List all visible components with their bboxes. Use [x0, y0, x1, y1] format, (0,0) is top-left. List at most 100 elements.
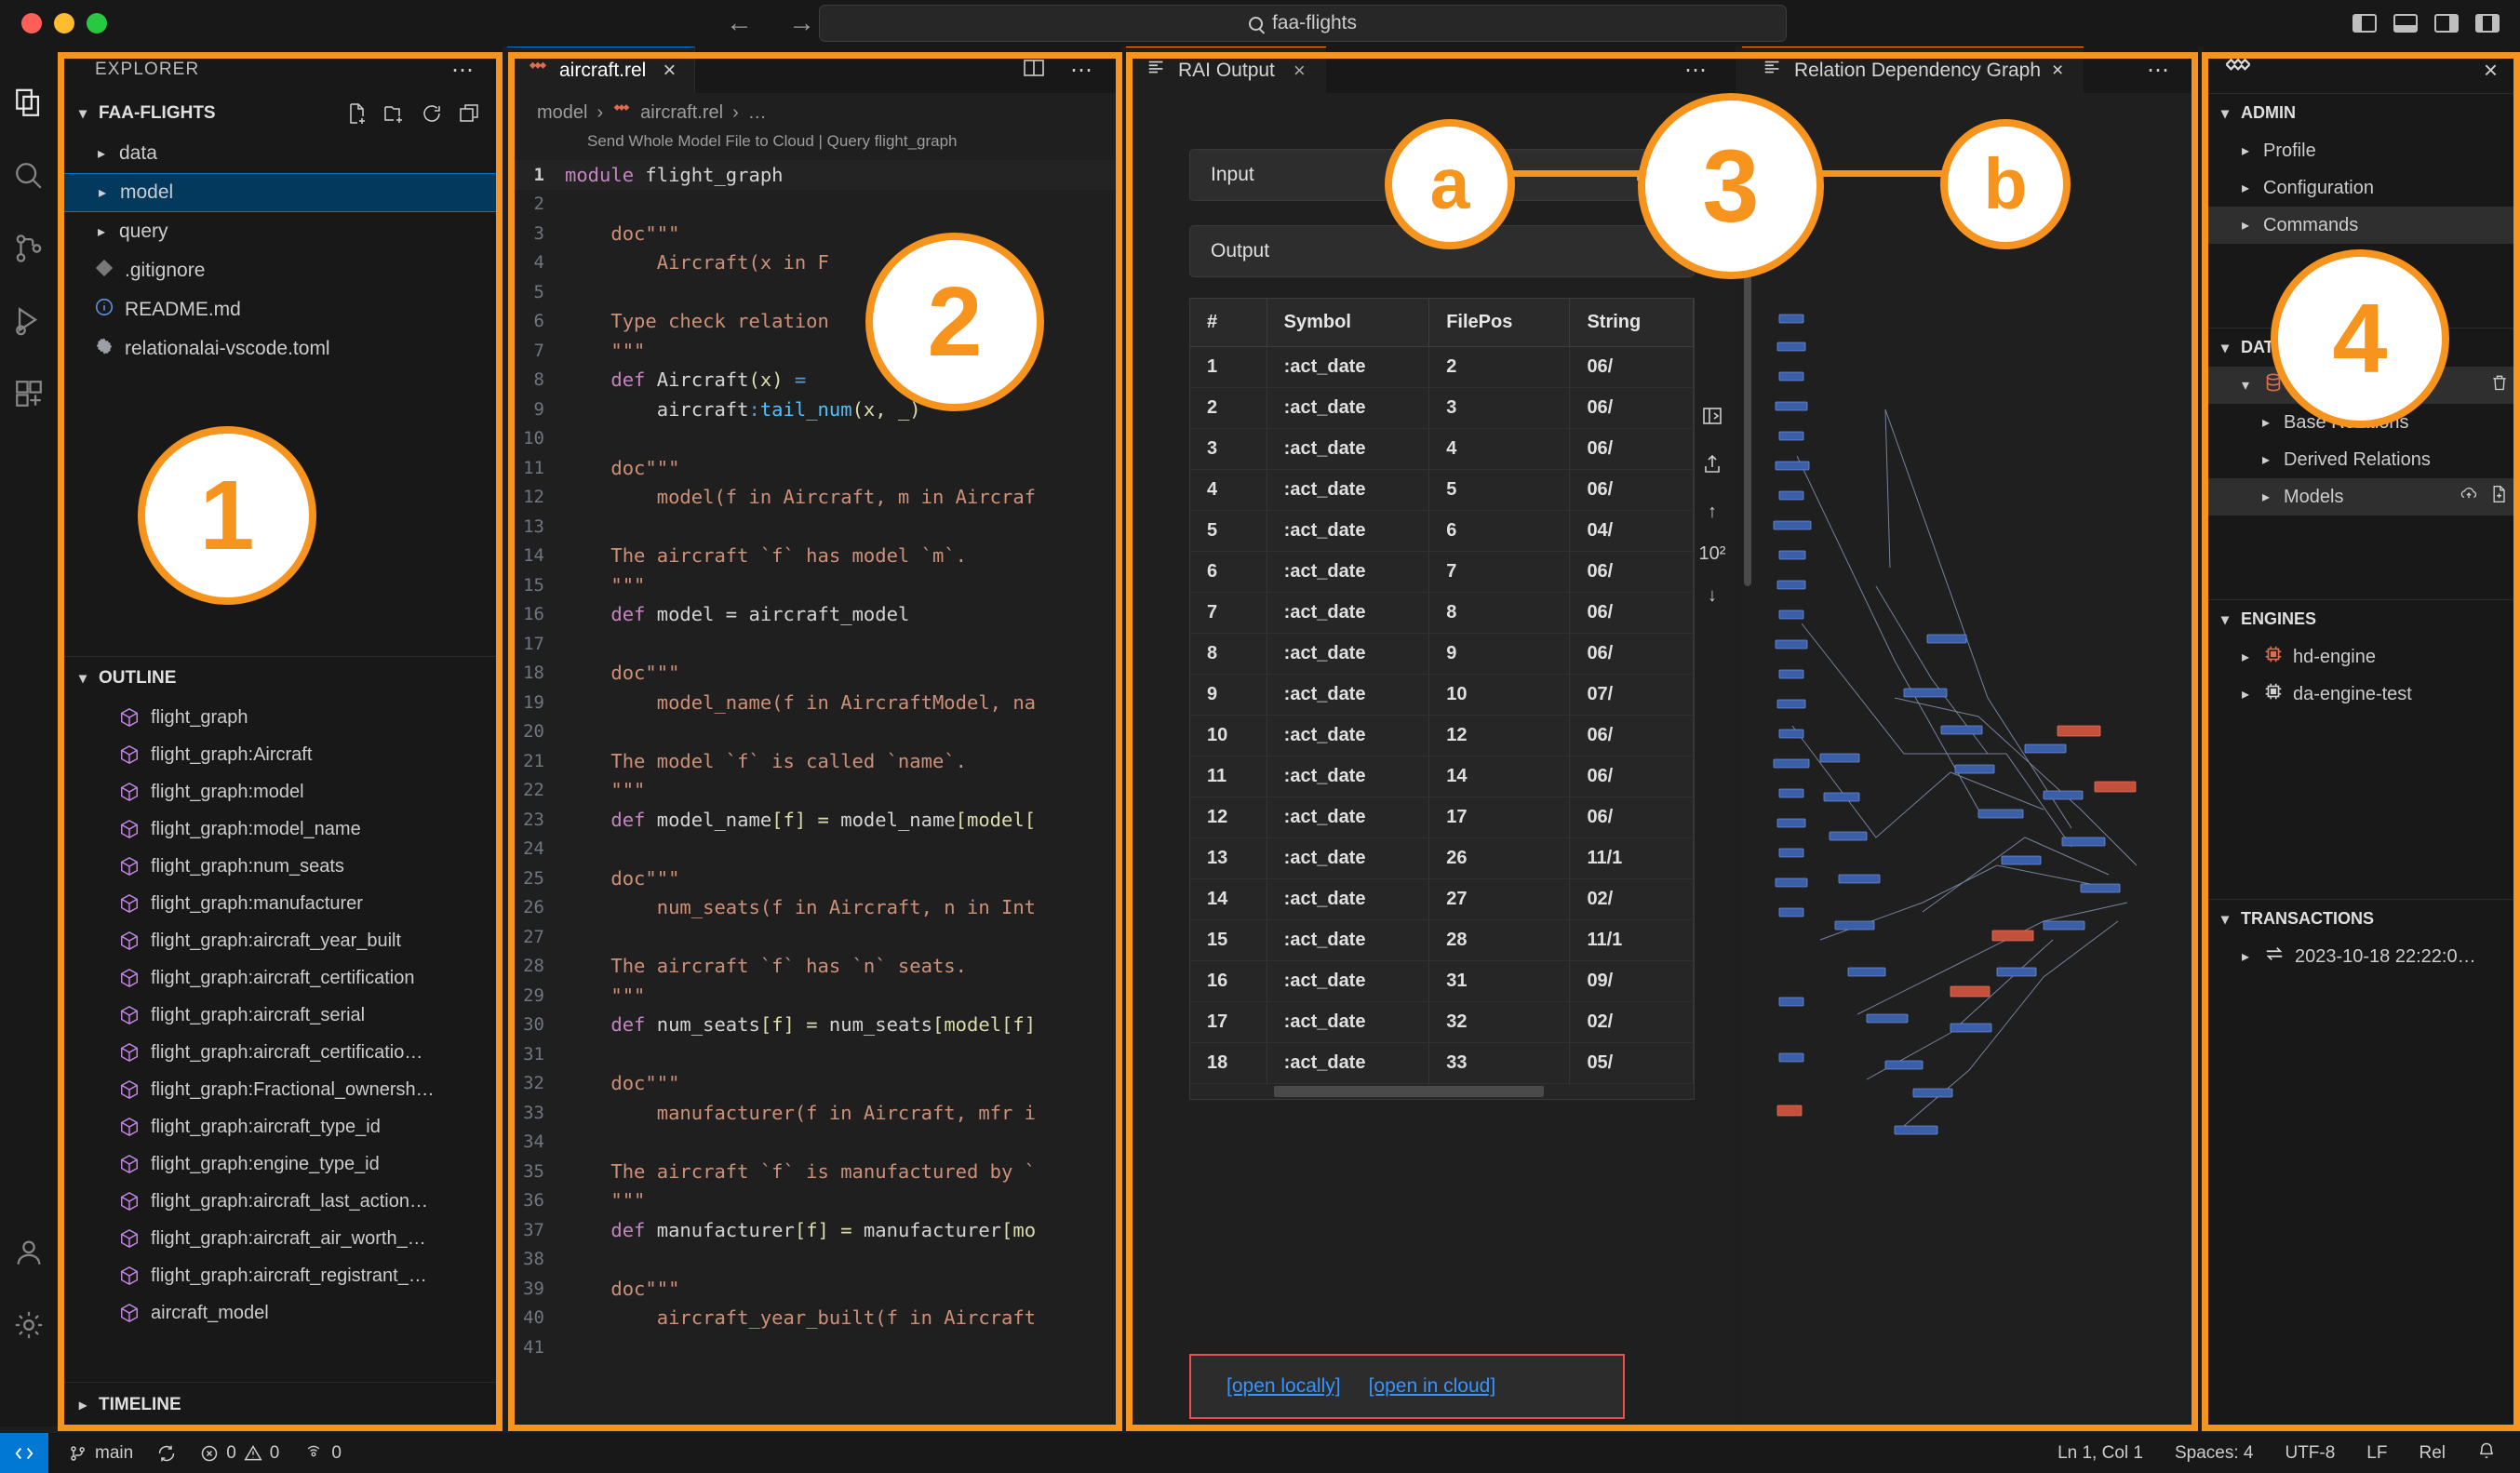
remote-indicator[interactable]: [0, 1433, 48, 1473]
code-line[interactable]: 40 aircraft_year_built(f in Aircraft: [507, 1304, 1121, 1333]
code-line[interactable]: 18 doc""": [507, 659, 1121, 689]
code-line[interactable]: 17: [507, 629, 1121, 659]
code-line[interactable]: 30 def num_seats[f] = num_seats[model[f]: [507, 1011, 1121, 1040]
code-line[interactable]: 14 The aircraft `f` has model `m`.: [507, 542, 1121, 571]
outline-item[interactable]: flight_graph:manufacturer: [58, 885, 503, 922]
code-line[interactable]: 21 The model `f` is called `name`.: [507, 746, 1121, 776]
rai-item-derived-relations[interactable]: ▸ Derived Relations: [2204, 441, 2520, 478]
quick-open-input[interactable]: faa-flights: [819, 5, 1787, 42]
indentation-setting[interactable]: Spaces: 4: [2175, 1443, 2254, 1464]
activity-source-control-icon[interactable]: [0, 212, 58, 285]
collapse-all-icon[interactable]: [458, 102, 480, 125]
table-row[interactable]: 11:act_date 14 06/: [1190, 756, 1694, 797]
breadcrumb-item-1[interactable]: aircraft.rel: [640, 102, 723, 124]
file-tree-item-data[interactable]: ▸ data: [58, 134, 503, 173]
code-line[interactable]: 26 num_seats(f in Aircraft, n in Int: [507, 893, 1121, 923]
code-line[interactable]: 34: [507, 1128, 1121, 1158]
outline-item[interactable]: flight_graph:aircraft_registrant_…: [58, 1257, 503, 1294]
sync-icon[interactable]: [157, 1444, 176, 1463]
activity-extensions-icon[interactable]: [0, 357, 58, 430]
graph-more-icon[interactable]: ⋯: [2147, 57, 2198, 84]
problems-indicator[interactable]: 0 0: [200, 1443, 279, 1464]
new-file-icon[interactable]: [2490, 485, 2509, 509]
window-controls[interactable]: [0, 13, 107, 33]
table-row[interactable]: 13:act_date 26 11/1: [1190, 837, 1694, 879]
cursor-position[interactable]: Ln 1, Col 1: [2058, 1443, 2143, 1464]
toggle-secondary-sidebar-icon[interactable]: [2434, 14, 2459, 33]
code-line[interactable]: 2: [507, 190, 1121, 220]
outline-item[interactable]: flight_graph:model_name: [58, 810, 503, 848]
code-line[interactable]: 37 def manufacturer[f] = manufacturer[mo: [507, 1215, 1121, 1245]
open-in-cloud-link[interactable]: [open in cloud]: [1369, 1375, 1496, 1398]
code-line[interactable]: 31: [507, 1039, 1121, 1069]
bell-icon[interactable]: [2477, 1441, 2496, 1466]
toggle-panel-icon[interactable]: [2393, 14, 2418, 33]
close-icon[interactable]: ×: [663, 58, 676, 84]
new-folder-icon[interactable]: [383, 102, 406, 125]
activity-explorer-icon[interactable]: [0, 67, 58, 140]
code-line[interactable]: 41: [507, 1332, 1121, 1362]
toggle-primary-sidebar-icon[interactable]: [2352, 14, 2377, 33]
layout-controls[interactable]: [2352, 0, 2500, 47]
ports-indicator[interactable]: 0: [303, 1443, 342, 1464]
outline-item[interactable]: aircraft_model: [58, 1294, 503, 1332]
code-lens[interactable]: Send Whole Model File to Cloud | Query f…: [507, 132, 1121, 160]
new-file-icon[interactable]: [346, 102, 369, 125]
navigation-arrows[interactable]: ← →: [726, 0, 815, 47]
table-row[interactable]: 16:act_date 31 09/: [1190, 960, 1694, 1002]
code-line[interactable]: 11 doc""": [507, 453, 1121, 483]
outline-item[interactable]: flight_graph:engine_type_id: [58, 1145, 503, 1183]
close-icon[interactable]: ×: [2484, 56, 2498, 85]
table-column-header[interactable]: String: [1569, 299, 1694, 347]
back-arrow-icon[interactable]: ←: [726, 8, 753, 39]
code-line[interactable]: 1 module flight_graph: [507, 160, 1121, 190]
code-line[interactable]: 24: [507, 835, 1121, 864]
table-row[interactable]: 9:act_date 10 07/: [1190, 674, 1694, 716]
activity-gear-icon[interactable]: [0, 1289, 58, 1361]
table-column-header[interactable]: FilePos: [1428, 299, 1571, 347]
activity-run-debug-icon[interactable]: [0, 285, 58, 357]
activity-account-icon[interactable]: [0, 1216, 58, 1289]
workspace-folder-header[interactable]: ▾ FAA-FLIGHTS: [58, 93, 503, 134]
code-line[interactable]: 3 doc""": [507, 219, 1121, 248]
breadcrumb-item-0[interactable]: model: [537, 102, 587, 124]
rai-more-icon[interactable]: ⋯: [1684, 57, 1736, 84]
table-row[interactable]: 7:act_date 8 06/: [1190, 592, 1694, 634]
activity-search-icon[interactable]: [0, 140, 58, 212]
code-line[interactable]: 38: [507, 1245, 1121, 1275]
close-icon[interactable]: ×: [1294, 59, 1306, 83]
language-mode[interactable]: Rel: [2419, 1443, 2446, 1464]
outline-item[interactable]: flight_graph:aircraft_certification: [58, 959, 503, 997]
expand-table-icon[interactable]: [1701, 405, 1723, 433]
eol-setting[interactable]: LF: [2366, 1443, 2387, 1464]
code-line[interactable]: 36 """: [507, 1186, 1121, 1216]
explorer-more-icon[interactable]: ⋯: [451, 57, 476, 84]
table-row[interactable]: 12:act_date 17 06/: [1190, 797, 1694, 838]
table-row[interactable]: 8:act_date 9 06/: [1190, 633, 1694, 675]
timeline-header[interactable]: ▸ TIMELINE: [58, 1382, 503, 1426]
table-row[interactable]: 18:act_date 33 05/: [1190, 1042, 1694, 1084]
rai-item-commands[interactable]: ▸ Commands: [2204, 207, 2520, 244]
maximize-window-button[interactable]: [87, 13, 107, 33]
rai-item-hd-engine[interactable]: ▸ hd-engine: [2204, 638, 2520, 676]
code-line[interactable]: 33 manufacturer(f in Aircraft, mfr i: [507, 1098, 1121, 1128]
table-row[interactable]: 17:act_date 32 02/: [1190, 1001, 1694, 1043]
table-row[interactable]: 4:act_date 5 06/: [1190, 469, 1694, 511]
table-horizontal-scrollbar[interactable]: [1190, 1084, 1694, 1099]
table-row[interactable]: 2:act_date 3 06/: [1190, 387, 1694, 429]
outline-item[interactable]: flight_graph:model: [58, 773, 503, 810]
file-tree-item-query[interactable]: ▸ query: [58, 212, 503, 251]
outline-item[interactable]: flight_graph:aircraft_year_built: [58, 922, 503, 959]
rai-item-2023-10-18-22-22-0-[interactable]: ▸ 2023-10-18 22:22:0…: [2204, 938, 2520, 975]
trash-icon[interactable]: [2490, 373, 2509, 397]
rai-item-models[interactable]: ▸ Models: [2204, 478, 2520, 516]
table-row[interactable]: 1:act_date 2 06/: [1190, 346, 1694, 388]
tab-relation-dependency-graph[interactable]: Relation Dependency Graph ×: [1742, 47, 2084, 93]
close-window-button[interactable]: [21, 13, 42, 33]
code-line[interactable]: 29 """: [507, 981, 1121, 1011]
split-editor-icon[interactable]: [1022, 57, 1046, 84]
table-column-header[interactable]: Symbol: [1267, 299, 1430, 347]
code-line[interactable]: 32 doc""": [507, 1069, 1121, 1099]
outline-item[interactable]: flight_graph:Fractional_ownersh…: [58, 1071, 503, 1108]
tab-rai-output[interactable]: RAI Output ×: [1126, 47, 1326, 93]
